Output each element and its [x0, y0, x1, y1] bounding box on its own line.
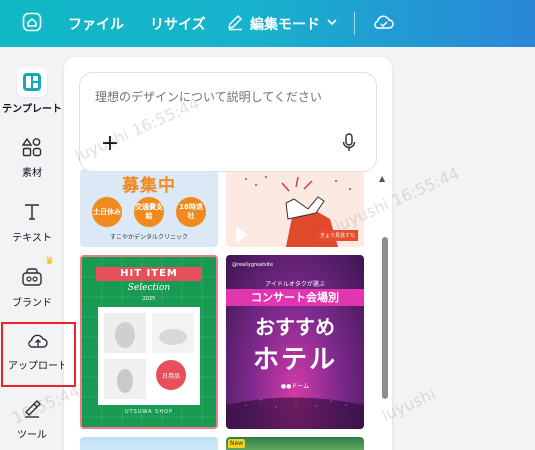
file-menu[interactable]: ファイル: [68, 0, 124, 47]
sidebar-item-label: ブランド: [12, 298, 52, 309]
template-subtitle: Selection: [127, 283, 171, 293]
new-badge: New: [228, 439, 246, 448]
scroll-up-arrow-icon[interactable]: ▲: [379, 174, 385, 183]
templates-panel: + 募集中 土日休み 交通費支給 18時退社 すこやかデンタルクリニック きょう…: [64, 57, 392, 450]
template-footer: すこやかデンタルクリニック: [109, 234, 188, 241]
template-card-hit-item[interactable]: HIT ITEM Selection 2025 日用品 UTSUWA SHOP: [80, 255, 218, 429]
template-year: 2025: [142, 296, 156, 302]
template-title-2: ホテル: [252, 345, 337, 375]
template-icon: [17, 67, 47, 97]
resize-menu[interactable]: リサイズ: [150, 0, 206, 47]
sidebar-item-tools[interactable]: ツール: [0, 399, 64, 441]
text-icon: [22, 202, 42, 226]
template-kicker: アイドルオタクが選ぶ: [265, 281, 325, 288]
shapes-icon: [21, 137, 42, 161]
template-badge: 18時退社: [176, 197, 206, 227]
sidebar-item-label: ツール: [17, 430, 47, 441]
plus-icon: +: [100, 131, 120, 156]
template-title: おすすめ: [255, 315, 335, 339]
template-badge: 土日休み: [92, 197, 122, 227]
template-card-partial[interactable]: [80, 437, 218, 450]
voice-input-button[interactable]: [338, 133, 360, 157]
add-button[interactable]: +: [99, 133, 121, 155]
sidebar-item-label: 素材: [22, 168, 42, 179]
template-badge: 日用品: [156, 360, 186, 390]
upload-highlight-annotation: [1, 322, 76, 387]
design-prompt-box: +: [79, 72, 377, 172]
sidebar-item-brand[interactable]: ブランド: [0, 267, 64, 309]
template-badge: 交通費支給: [134, 197, 164, 227]
sidebar-item-label: テンプレート: [2, 104, 62, 115]
product-photo-card: [98, 307, 200, 405]
save-status-button[interactable]: [372, 0, 396, 47]
toolbar-divider: [354, 12, 355, 35]
template-band: コンサート会場別: [226, 289, 364, 306]
template-tag: きょう見逃すな: [316, 230, 358, 241]
sidebar-item-text[interactable]: テキスト: [0, 202, 64, 244]
template-card-partial[interactable]: New: [226, 437, 364, 450]
top-bar: ファイル リサイズ 編集モード: [0, 0, 535, 47]
tools-icon: [22, 399, 42, 423]
brand-icon: [21, 267, 43, 291]
cloud-check-icon: [373, 13, 395, 35]
template-title: 募集中: [122, 176, 176, 196]
template-title: HIT ITEM: [96, 267, 202, 281]
template-venue: ●●ドーム: [280, 383, 310, 390]
edit-mode-dropdown[interactable]: 編集モード: [226, 0, 338, 47]
product-photos: [104, 313, 194, 399]
edit-mode-label: 編集モード: [250, 16, 320, 33]
sidebar-item-label: テキスト: [12, 233, 52, 244]
scrollbar-thumb[interactable]: [382, 237, 388, 399]
sidebar-item-templates[interactable]: テンプレート: [0, 67, 64, 115]
chevron-down-icon: [326, 16, 338, 32]
home-button[interactable]: [18, 0, 46, 47]
crown-icon: ♛: [45, 256, 54, 267]
template-card-recruit[interactable]: 募集中 土日休み 交通費支給 18時退社 すこやかデンタルクリニック: [80, 169, 218, 247]
design-prompt-input[interactable]: [95, 90, 355, 104]
template-handle: @reallygreatsite: [232, 262, 274, 268]
sidebar: テンプレート 素材 テキスト ブランド ♛ アップロード ツール: [0, 47, 76, 450]
template-card-hand[interactable]: きょう見逃すな: [226, 169, 364, 247]
template-card-concert[interactable]: @reallygreatsite アイドルオタクが選ぶ コンサート会場別 おすす…: [226, 255, 364, 429]
pencil-icon: [226, 13, 244, 35]
template-footer: UTSUWA SHOP: [124, 409, 174, 415]
sidebar-item-elements[interactable]: 素材: [0, 137, 64, 179]
microphone-icon: [342, 133, 356, 157]
home-icon: [22, 12, 42, 36]
